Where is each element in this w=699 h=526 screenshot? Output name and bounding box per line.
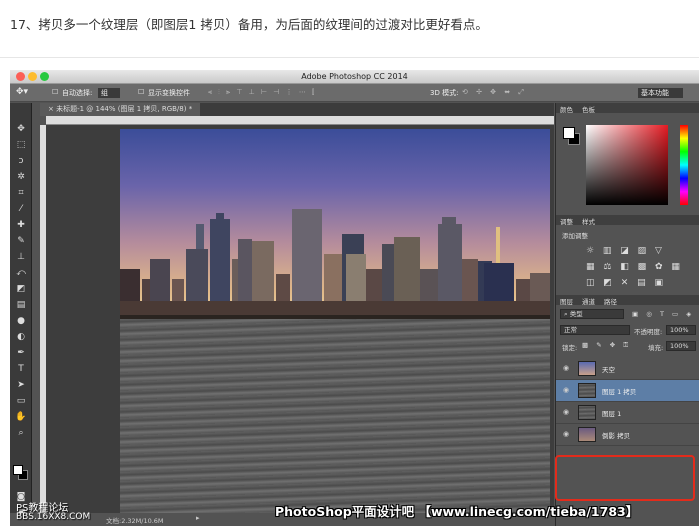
add-adjustment-label: 添加调整 [562,232,588,240]
hue-slider[interactable] [680,125,688,205]
crop-tool-icon[interactable]: ⌗ [14,187,28,199]
color-picker-field[interactable] [586,125,668,205]
layer-row[interactable]: ◉ 图层 1 [556,402,699,424]
marquee-tool-icon[interactable]: ⬚ [14,139,28,151]
layer-thumbnail [578,361,596,376]
panel-foreground-swatch[interactable] [563,127,575,139]
visibility-eye-icon[interactable]: ◉ [563,408,569,416]
tab-styles[interactable]: 样式 [582,216,595,226]
document-canvas[interactable] [120,129,550,513]
document-tab-bar: × 未标题-1 @ 144% (图层 1 拷贝, RGB/8) * [40,103,554,116]
brush-tool-icon[interactable]: ✎ [14,235,28,247]
layer-thumbnail [578,383,596,398]
shape-tool-icon[interactable]: ▭ [14,395,28,407]
status-arrow-icon[interactable]: ▸ [196,514,200,522]
move-tool-icon[interactable]: ✥ [14,123,28,135]
3d-mode-icons[interactable]: ⟲ ✢ ✥ ⬌ ⤢ [462,88,527,97]
blend-mode-dropdown[interactable]: 正常 [560,325,630,335]
water-texture-image [120,319,550,513]
city-skyline-image [120,209,550,321]
fill-label: 填充: [648,344,664,352]
history-brush-tool-icon[interactable]: ⤺ [14,267,28,279]
horizontal-ruler [46,116,554,125]
layer-row[interactable]: ◉ 倒影 拷贝 [556,424,699,446]
adjustments-panel-tabs: 调整 样式 [556,215,699,226]
lock-label: 锁定: [562,344,578,352]
auto-select-dropdown[interactable]: 组 [98,88,120,98]
fill-input[interactable]: 100% [666,341,696,351]
path-selection-tool-icon[interactable]: ➤ [14,379,28,391]
layer-row[interactable]: ◉ 图层 1 拷贝 [556,380,699,402]
divider [0,57,699,58]
type-tool-icon[interactable]: T [14,363,28,375]
doc-size-readout: 文档:2.32M/10.6M [106,517,164,525]
lasso-tool-icon[interactable]: ↄ [14,155,28,167]
foreground-color-swatch[interactable] [13,465,23,475]
show-transform-checkbox[interactable]: ☐ [138,88,144,96]
workspace-dropdown[interactable]: 基本功能 [638,88,683,98]
layer-name: 倒影 拷贝 [602,432,631,440]
workspace [46,125,554,513]
app-title: Adobe Photoshop CC 2014 [301,72,408,81]
opacity-input[interactable]: 100% [666,325,696,335]
eyedropper-tool-icon[interactable]: ⁄ [14,203,28,215]
photoshop-window: Adobe Photoshop CC 2014 ✥▾ ☐ 自动选择: 组 ☐ 显… [10,70,699,526]
layer-filter-icons[interactable]: ▣ ◎ T ▭ ◈ [632,310,694,318]
healing-brush-tool-icon[interactable]: ✚ [14,219,28,231]
step-caption: 17、拷贝多一个纹理层（即图层1 拷贝）备用，为后面的纹理间的过渡对比更好看点。 [10,17,488,32]
layer-name: 图层 1 [602,410,622,418]
document-tab-label: 未标题-1 @ 144% (图层 1 拷贝, RGB/8) * [56,105,193,113]
layer-kind-filter[interactable]: ⌕ 类型 [560,309,624,319]
color-panel-tabs: 颜色 色板 [556,103,699,114]
3d-mode-label: 3D 模式: [430,89,459,97]
layer-kind-label: 类型 [569,310,583,318]
layer-thumbnail [578,427,596,442]
clone-stamp-tool-icon[interactable]: ⊥ [14,251,28,263]
layer-name: 图层 1 拷贝 [602,388,637,396]
layers-panel-tabs: 图层 通道 路径 [556,295,699,306]
show-transform-label: 显示变换控件 [148,89,190,97]
forum-watermark-line2: BBS.16XX8.COM [16,512,91,522]
page: 17、拷贝多一个纹理层（即图层1 拷贝）备用，为后面的纹理间的过渡对比更好看点。… [0,0,699,526]
tab-close-icon[interactable]: × [48,105,56,113]
move-tool-icon[interactable]: ✥▾ [16,87,28,97]
tab-adjustments[interactable]: 调整 [560,216,573,226]
tools-panel: ✥ ⬚ ↄ ✲ ⌗ ⁄ ✚ ✎ ⊥ ⤺ ◩ ▤ ● ◐ ✒ T ➤ ▭ ✋ ⌕ … [10,103,32,526]
blur-tool-icon[interactable]: ● [14,315,28,327]
tab-swatches[interactable]: 色板 [582,104,595,114]
tab-channels[interactable]: 通道 [582,296,595,306]
tab-paths[interactable]: 路径 [604,296,617,306]
highlight-box [555,455,695,501]
layer-thumbnail [578,405,596,420]
tab-color[interactable]: 颜色 [560,104,573,114]
eraser-tool-icon[interactable]: ◩ [14,283,28,295]
magic-wand-tool-icon[interactable]: ✲ [14,171,28,183]
document-tab[interactable]: × 未标题-1 @ 144% (图层 1 拷贝, RGB/8) * [40,103,200,116]
dodge-tool-icon[interactable]: ◐ [14,331,28,343]
layer-row[interactable]: ◉ 天空 [556,358,699,380]
opacity-label: 不透明度: [634,328,663,336]
lock-icons[interactable]: ▩ ✎ ✥ ⚿ [582,341,631,350]
visibility-eye-icon[interactable]: ◉ [563,364,569,372]
zoom-tool-icon[interactable]: ⌕ [14,427,28,439]
visibility-eye-icon[interactable]: ◉ [563,430,569,438]
site-watermark: PhotoShop平面设计吧 【www.linecg.com/tieba/178… [275,504,639,519]
adjustment-icons[interactable]: ☼ ▥ ◪ ▨ ▽ ▦ ⚖ ◧ ▩ ✿ ▦ ◫ ◩ ✕ ▤ ▣ [586,243,686,291]
auto-select-label: 自动选择: [62,89,93,97]
tab-layers[interactable]: 图层 [560,296,573,306]
visibility-eye-icon[interactable]: ◉ [563,386,569,394]
pen-tool-icon[interactable]: ✒ [14,347,28,359]
layer-name: 天空 [602,366,615,374]
hand-tool-icon[interactable]: ✋ [14,411,28,423]
gradient-tool-icon[interactable]: ▤ [14,299,28,311]
options-bar: ✥▾ ☐ 自动选择: 组 ☐ 显示变换控件 ⫷ ⫶ ⫸ ⊤ ⊥ ⊢ ⊣ ⋮ ⋯ … [10,84,699,102]
title-bar: Adobe Photoshop CC 2014 [10,70,699,84]
align-icons[interactable]: ⫷ ⫶ ⫸ ⊤ ⊥ ⊢ ⊣ ⋮ ⋯ ⫿ [208,88,316,97]
auto-select-checkbox[interactable]: ☐ [52,88,58,96]
